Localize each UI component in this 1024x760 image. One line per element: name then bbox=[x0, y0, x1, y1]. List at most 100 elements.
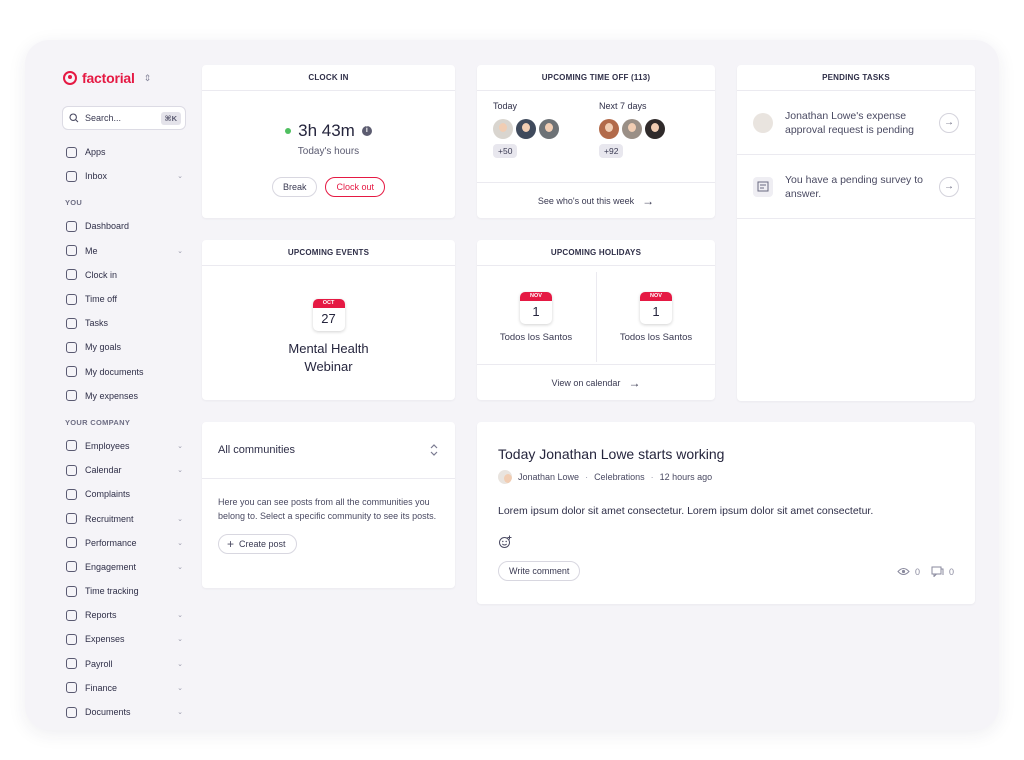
sidebar-item-me[interactable]: Me ⌄ bbox=[65, 239, 185, 263]
post-author[interactable]: Jonathan Lowe bbox=[518, 472, 579, 482]
post-stats: 0 0 bbox=[897, 566, 954, 577]
write-comment-button[interactable]: Write comment bbox=[498, 561, 581, 581]
avatar[interactable] bbox=[622, 119, 642, 139]
chevron-down-icon[interactable]: ⌄ bbox=[175, 172, 185, 180]
task-item[interactable]: You have a pending survey to answer. → bbox=[737, 155, 975, 219]
post-community[interactable]: Celebrations bbox=[594, 472, 645, 482]
clock-out-button[interactable]: Clock out bbox=[325, 177, 386, 197]
sidebar-item-documents[interactable]: Documents ⌄ bbox=[65, 700, 185, 724]
separator-dot: · bbox=[585, 472, 589, 482]
pending-tasks-card: PENDING TASKS Jonathan Lowe's expense ap… bbox=[737, 65, 975, 401]
sidebar-item-performance[interactable]: Performance ⌄ bbox=[65, 531, 185, 555]
avatar[interactable] bbox=[498, 470, 512, 484]
check-circle-icon bbox=[65, 317, 85, 330]
task-item[interactable]: Jonathan Lowe's expense approval request… bbox=[737, 91, 975, 155]
upcoming-events-card: UPCOMING EVENTS OCT 27 Mental Health Web… bbox=[202, 240, 455, 400]
sidebar-section-title: YOUR COMPANY bbox=[65, 417, 131, 427]
search-input[interactable]: Search... ⌘K bbox=[62, 106, 186, 130]
task-text: Jonathan Lowe's expense approval request… bbox=[785, 109, 915, 136]
communities-card: All communities Here you can see posts f… bbox=[202, 422, 455, 588]
arrow-right-icon[interactable]: → bbox=[939, 112, 959, 133]
plus-icon: + bbox=[227, 537, 235, 551]
arrow-right-icon[interactable]: → bbox=[939, 176, 959, 197]
sidebar-item-time-off[interactable]: Time off bbox=[65, 287, 185, 311]
event-item[interactable]: OCT 27 Mental Health Webinar bbox=[202, 299, 455, 376]
create-post-button[interactable]: + Create post bbox=[218, 534, 297, 554]
footer-label: View on calendar bbox=[551, 377, 621, 388]
sidebar-item-my-documents[interactable]: My documents bbox=[65, 360, 185, 384]
sidebar-item-employees[interactable]: Employees ⌄ bbox=[65, 434, 185, 458]
sidebar-item-label: Apps bbox=[85, 147, 106, 158]
holiday-item[interactable]: NOV 1 Todos los Santos bbox=[477, 266, 595, 362]
chevron-down-icon[interactable]: ⌄ bbox=[175, 708, 185, 716]
post-title[interactable]: Today Jonathan Lowe starts working bbox=[498, 446, 724, 462]
sidebar-item-time-tracking[interactable]: Time tracking bbox=[65, 579, 185, 603]
sidebar-item-dashboard[interactable]: Dashboard bbox=[65, 214, 185, 238]
break-button[interactable]: Break bbox=[271, 177, 318, 197]
time-off-next-7-days: Next 7 days +92 bbox=[599, 101, 665, 159]
chevron-down-icon[interactable]: ⌄ bbox=[175, 684, 185, 692]
avatar[interactable] bbox=[539, 119, 559, 139]
sidebar-item-payroll[interactable]: Payroll ⌄ bbox=[65, 652, 185, 676]
today-label: Today bbox=[493, 101, 518, 111]
chevron-down-icon[interactable]: ⌄ bbox=[175, 563, 185, 571]
sidebar-item-my-expenses[interactable]: My expenses bbox=[65, 384, 185, 408]
event-day: 27 bbox=[321, 311, 336, 326]
holiday-item[interactable]: NOV 1 Todos los Santos bbox=[597, 266, 715, 362]
communities-description: Here you can see posts from all the comm… bbox=[218, 497, 437, 521]
sidebar-item-label: My documents bbox=[85, 366, 144, 377]
chevron-down-icon[interactable]: ⌄ bbox=[175, 247, 185, 255]
survey-icon bbox=[753, 176, 773, 197]
sidebar-item-recruitment[interactable]: Recruitment ⌄ bbox=[65, 506, 185, 530]
sidebar-item-label: Me bbox=[85, 245, 98, 256]
chevron-down-icon[interactable]: ⌄ bbox=[175, 466, 185, 474]
community-selector[interactable]: All communities bbox=[202, 422, 455, 479]
sidebar-item-inbox[interactable]: Inbox ⌄ bbox=[65, 164, 185, 188]
brand-name: factorial bbox=[82, 70, 135, 86]
holiday-month: NOV bbox=[520, 292, 552, 301]
sidebar-item-expenses[interactable]: Expenses ⌄ bbox=[65, 627, 185, 651]
task-text: You have a pending survey to answer. bbox=[785, 173, 923, 200]
next-more-count[interactable]: +92 bbox=[599, 144, 624, 158]
sidebar-item-reports[interactable]: Reports ⌄ bbox=[65, 603, 185, 627]
see-whos-out-link[interactable]: See who's out this week → bbox=[477, 182, 715, 218]
sidebar-item-complaints[interactable]: Complaints bbox=[65, 482, 185, 506]
event-month: OCT bbox=[312, 299, 345, 308]
chevron-down-icon[interactable]: ⌄ bbox=[175, 611, 185, 619]
sidebar-item-calendar[interactable]: Calendar ⌄ bbox=[65, 458, 185, 482]
avatar[interactable] bbox=[645, 119, 665, 139]
sidebar-item-apps[interactable]: Apps bbox=[65, 140, 185, 164]
chat-icon bbox=[65, 488, 85, 501]
chevron-down-icon[interactable]: ⌄ bbox=[175, 660, 185, 668]
card-title: PENDING TASKS bbox=[737, 65, 975, 91]
sidebar-item-label: Finance bbox=[85, 682, 118, 693]
avatar[interactable] bbox=[599, 119, 619, 139]
view-on-calendar-link[interactable]: View on calendar → bbox=[477, 364, 715, 400]
sidebar-item-my-goals[interactable]: My goals bbox=[65, 335, 185, 359]
avatar[interactable] bbox=[516, 119, 536, 139]
sidebar-item-tasks[interactable]: Tasks bbox=[65, 311, 185, 335]
sidebar-item-clock-in[interactable]: Clock in bbox=[65, 263, 185, 287]
sidebar-item-label: Time off bbox=[85, 294, 118, 305]
info-icon[interactable]: i bbox=[361, 126, 372, 136]
footer-label: See who's out this week bbox=[537, 195, 635, 206]
chevron-down-icon[interactable]: ⌄ bbox=[175, 442, 185, 450]
sidebar-item-label: Calendar bbox=[85, 465, 122, 476]
chevron-down-icon[interactable]: ⌄ bbox=[175, 539, 185, 547]
bar-chart-icon bbox=[65, 609, 85, 622]
chevron-down-icon[interactable]: ⌄ bbox=[175, 635, 185, 643]
community-selector-label: All communities bbox=[218, 444, 296, 456]
sidebar-item-label: Recruitment bbox=[85, 513, 134, 524]
sidebar-item-label: Performance bbox=[85, 537, 137, 548]
sidebar-item-label: Tasks bbox=[85, 318, 109, 329]
sidebar: factorial ⇕ Search... ⌘K Apps Inbox ⌄ YOU Da… bbox=[25, 40, 195, 730]
brand[interactable]: factorial ⇕ bbox=[63, 70, 151, 86]
avatar[interactable] bbox=[493, 119, 513, 139]
chevron-down-icon[interactable]: ⌄ bbox=[175, 515, 185, 523]
add-reaction-icon[interactable] bbox=[498, 535, 512, 549]
smile-icon bbox=[65, 560, 85, 573]
today-more-count[interactable]: +50 bbox=[493, 144, 518, 158]
sidebar-item-finance[interactable]: Finance ⌄ bbox=[65, 676, 185, 700]
next-days-label: Next 7 days bbox=[599, 101, 647, 111]
sidebar-item-engagement[interactable]: Engagement ⌄ bbox=[65, 555, 185, 579]
